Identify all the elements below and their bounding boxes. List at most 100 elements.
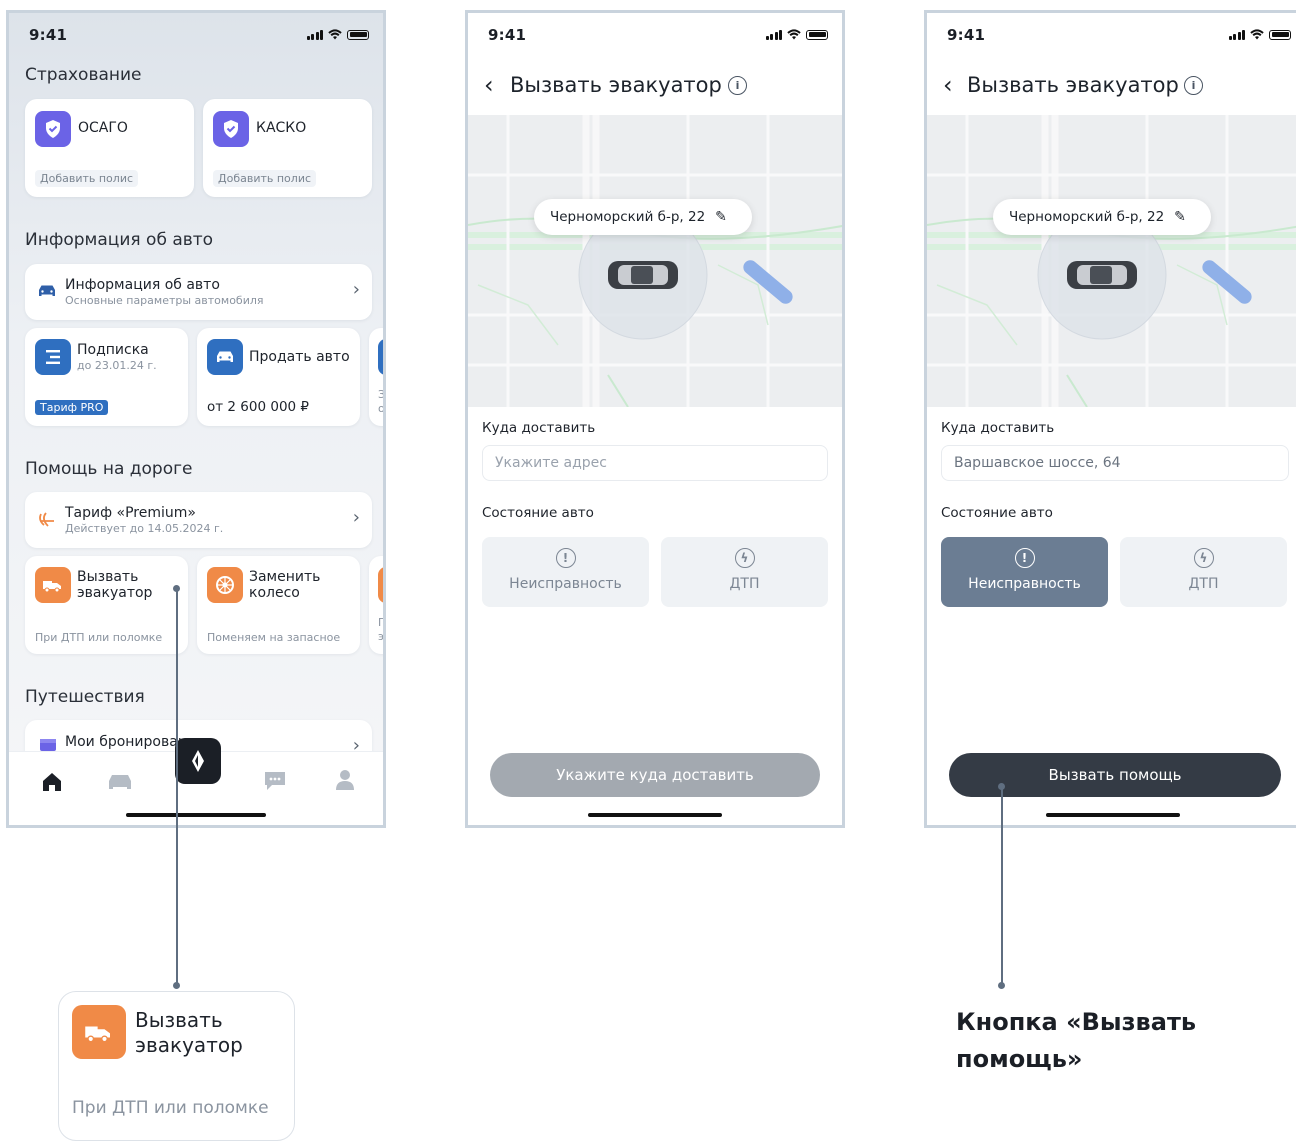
signal-icon <box>1228 29 1245 40</box>
pencil-icon[interactable]: ✎ <box>1174 209 1186 225</box>
peek-text: П э <box>378 616 386 643</box>
sell-car-title: Продать авто <box>249 349 350 365</box>
callout-line-right <box>1001 786 1003 986</box>
info-icon[interactable]: i <box>728 76 747 95</box>
address-pill[interactable]: Черноморский б-р, 22 ✎ <box>534 199 752 235</box>
state-fault-button-selected[interactable]: ! Неисправность <box>941 537 1108 607</box>
home-indicator <box>126 813 266 817</box>
disabled-submit-button[interactable]: Укажите куда доставить <box>490 753 820 797</box>
wheel-icon <box>207 567 243 603</box>
osago-title: ОСАГО <box>78 120 128 136</box>
chat-icon[interactable] <box>263 770 287 792</box>
car-info-section-title: Информация об авто <box>25 230 214 250</box>
state-fault-button[interactable]: ! Неисправность <box>482 537 649 607</box>
signal-icon <box>306 29 323 40</box>
callout-dot <box>173 982 180 989</box>
peek-icon <box>378 567 383 603</box>
tow-truck-card[interactable]: Вызвать эвакуатор При ДТП или поломке <box>25 556 188 654</box>
peek-icon <box>378 339 383 375</box>
wifi-icon <box>328 29 342 40</box>
osago-add-policy[interactable]: Добавить полис <box>35 170 139 187</box>
car-state-label: Состояние авто <box>941 505 1053 521</box>
deliver-label: Куда доставить <box>482 420 596 436</box>
sell-car-card[interactable]: Продать авто от 2 600 000 ₽ <box>197 328 360 426</box>
lightning-icon: ϟ <box>734 548 755 568</box>
address-text: Черноморский б-р, 22 <box>550 209 706 225</box>
subscription-icon <box>35 339 71 375</box>
road-help-section-title: Помощь на дороге <box>25 459 193 479</box>
deliver-address-input[interactable]: Укажите адрес <box>482 445 828 481</box>
signal-icon <box>765 29 782 40</box>
state-accident-button[interactable]: ϟ ДТП <box>661 537 828 607</box>
callout-line-left <box>176 588 178 986</box>
subscription-card[interactable]: Подписка до 23.01.24 г. Тариф PRO <box>25 328 188 426</box>
state-accident-button[interactable]: ϟ ДТП <box>1120 537 1287 607</box>
tariff-subtitle: Действует до 14.05.2024 г. <box>65 522 224 535</box>
chevron-right-icon: › <box>352 507 360 528</box>
call-help-button[interactable]: Вызвать помощь <box>949 753 1281 797</box>
lightning-icon: ϟ <box>1193 548 1214 568</box>
callout-dot <box>173 585 180 592</box>
tow-truck-subtitle: При ДТП или поломке <box>35 631 163 644</box>
state-accident-label: ДТП <box>1188 576 1219 592</box>
kasko-add-policy[interactable]: Добавить полис <box>213 170 317 187</box>
tariff-title: Тариф «Premium» <box>65 505 196 521</box>
callout-button-caption: Кнопка «Вызвать помощь» <box>956 1008 1197 1073</box>
callout-dot <box>998 783 1005 790</box>
page-title: Вызвать эвакуатор <box>510 73 722 97</box>
deliver-address-input[interactable]: Варшавское шоссе, 64 <box>941 445 1289 481</box>
car-icon[interactable] <box>107 773 133 791</box>
callout-tow-title: Вызвать эвакуатор <box>135 1008 243 1057</box>
callout-tow-card: Вызвать эвакуатор При ДТП или поломке <box>58 991 295 1141</box>
wifi-icon <box>787 29 801 40</box>
status-bar: 9:41 <box>9 13 383 57</box>
page-title: Вызвать эвакуатор <box>967 73 1179 97</box>
state-accident-label: ДТП <box>729 576 760 592</box>
shield-icon <box>213 111 249 147</box>
peek-text: З о <box>378 388 386 415</box>
tow-truck-icon <box>35 567 71 603</box>
status-bar: 9:41 <box>927 13 1296 57</box>
car-state-label: Состояние авто <box>482 505 594 521</box>
back-icon[interactable]: ‹ <box>484 71 494 99</box>
map[interactable]: Черноморский б-р, 22 ✎ <box>468 115 842 407</box>
road-assist-icon <box>39 512 54 527</box>
exclamation-icon: ! <box>555 548 576 568</box>
status-time: 9:41 <box>947 26 986 44</box>
screen-tow-empty: 9:41 ‹ Вызвать эвакуатор i Черноморский … <box>465 10 845 828</box>
callout-tow-subtitle: При ДТП или поломке <box>72 1098 269 1118</box>
home-icon[interactable] <box>41 772 63 792</box>
exclamation-icon: ! <box>1014 548 1035 568</box>
kasko-card[interactable]: КАСКО Добавить полис <box>203 99 372 197</box>
car-info-row[interactable]: Информация об авто Основные параметры ав… <box>25 264 372 320</box>
tow-truck-icon <box>72 1005 126 1059</box>
info-icon[interactable]: i <box>1184 76 1203 95</box>
replace-wheel-title: Заменить колесо <box>249 569 321 601</box>
brand-icon[interactable] <box>175 738 221 784</box>
car-info-peek-card[interactable]: З о <box>369 328 386 426</box>
car-icon <box>39 285 55 296</box>
map[interactable]: Черноморский б-р, 22 ✎ <box>927 115 1296 407</box>
battery-icon <box>806 29 828 40</box>
kasko-title: КАСКО <box>256 120 307 136</box>
tariff-pro-badge: Тариф PRO <box>35 400 109 415</box>
replace-wheel-card[interactable]: Заменить колесо Поменяем на запасное <box>197 556 360 654</box>
back-icon[interactable]: ‹ <box>943 71 953 99</box>
tow-truck-title: Вызвать эвакуатор <box>77 569 153 601</box>
state-fault-label: Неисправность <box>509 576 622 592</box>
screen-services: 9:41 Страхование ОСАГО Добавить полис КА… <box>6 10 386 828</box>
address-pill[interactable]: Черноморский б-р, 22 ✎ <box>993 199 1211 235</box>
battery-icon <box>1269 29 1291 40</box>
battery-icon <box>347 29 369 40</box>
tariff-row[interactable]: Тариф «Premium» Действует до 14.05.2024 … <box>25 492 372 548</box>
osago-card[interactable]: ОСАГО Добавить полис <box>25 99 194 197</box>
pencil-icon[interactable]: ✎ <box>715 209 727 225</box>
car-info-title: Информация об авто <box>65 277 220 293</box>
travel-section-title: Путешествия <box>25 687 145 707</box>
profile-icon[interactable] <box>335 769 355 791</box>
status-bar: 9:41 <box>468 13 842 57</box>
replace-wheel-subtitle: Поменяем на запасное <box>207 631 341 644</box>
road-help-peek-card[interactable]: П э <box>369 556 386 654</box>
home-indicator <box>588 813 722 817</box>
insurance-section-title: Страхование <box>25 65 142 85</box>
